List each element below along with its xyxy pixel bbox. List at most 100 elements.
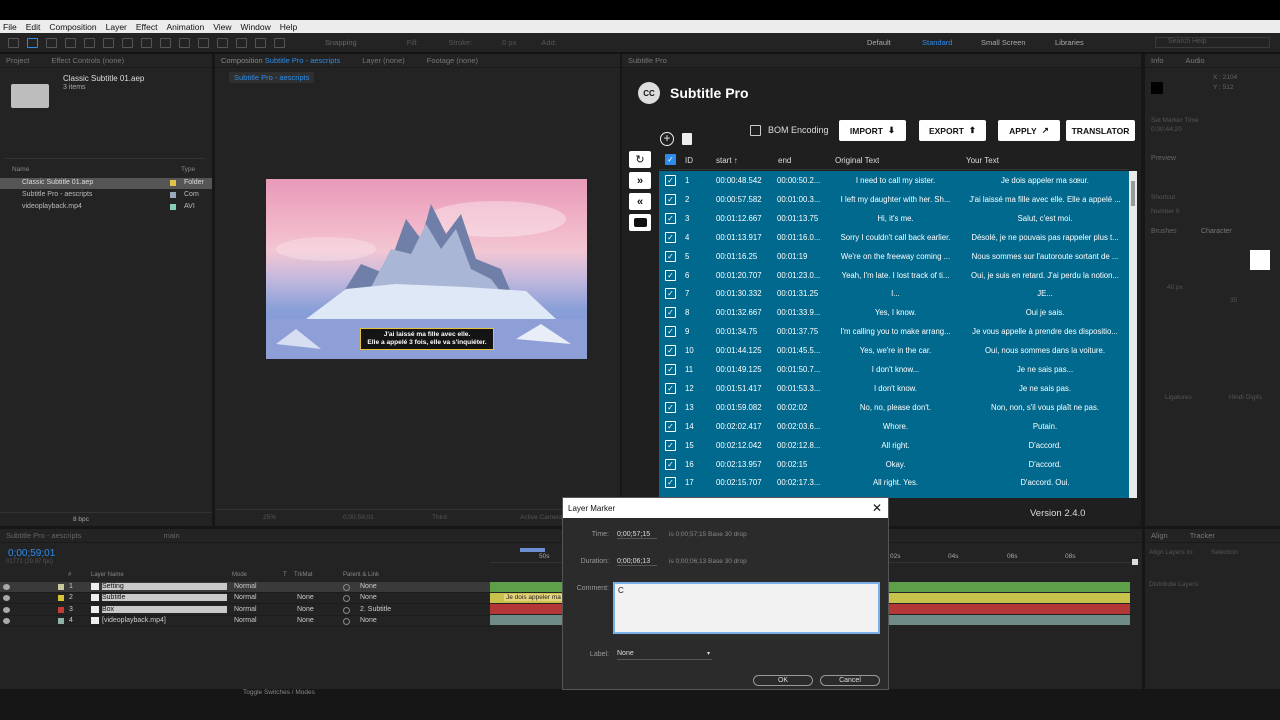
row-checkbox[interactable]: ✓ [665,212,676,224]
col-type[interactable]: Type [181,166,195,173]
duration-field[interactable]: 0;00;06;13 [617,558,657,566]
row-checkbox[interactable]: ✓ [665,288,676,300]
row-checkbox[interactable]: ✓ [665,382,676,394]
breadcrumb[interactable]: Subtitle Pro - aescripts [229,72,315,83]
table-row[interactable]: ✓ 4 00:01:13.917 00:01:16.0... Sorry I could… [659,228,1129,247]
menu-edit[interactable]: Edit [26,22,41,32]
tab-effect-controls[interactable]: Effect Controls (none) [51,56,124,65]
snapping-checkbox[interactable]: Snapping [325,38,357,47]
row-checkbox[interactable]: ✓ [665,345,676,357]
table-row[interactable]: ✓ 6 00:01:20.707 00:01:23.0... Yeah, I'm lat… [659,266,1129,285]
trkmat-select[interactable]: None [297,594,314,601]
tab-align[interactable]: Align [1151,531,1168,540]
table-row[interactable]: ✓ 16 00:02:13.957 00:02:15 Okay. D'accord. [659,455,1129,474]
fill-color-swatch[interactable] [1250,250,1270,270]
workspace-libraries[interactable]: Libraries [1055,38,1084,47]
trkmat-select[interactable]: None [297,606,314,613]
delete-row-icon[interactable] [682,133,692,145]
scrollbar-thumb[interactable] [1131,181,1135,206]
row-checkbox[interactable]: ✓ [665,250,676,262]
label-swatch[interactable] [58,595,64,602]
shape-tool-icon[interactable] [141,37,152,48]
menu-view[interactable]: View [213,22,231,32]
pickwhip-icon[interactable] [343,595,350,603]
camera-tool-icon[interactable] [103,37,114,48]
ok-button[interactable]: OK [753,675,813,686]
menu-effect[interactable]: Effect [136,22,158,32]
table-row[interactable]: ✓ 15 00:02:12.042 00:02:12.8... All right. D'… [659,436,1129,455]
selection-tool-icon[interactable] [27,37,38,48]
tab-timeline-main[interactable]: main [163,531,179,540]
table-row[interactable]: ✓ 7 00:01:30.332 00:01:31.25 I... JE... [659,284,1129,303]
parent-select[interactable]: None [360,617,377,624]
hindi-digits-checkbox[interactable]: Hindi Digits [1229,394,1262,401]
label-select[interactable]: None ▾ [617,650,712,660]
tab-timeline-comp[interactable]: Subtitle Pro - aescripts [6,531,81,540]
bpc-label[interactable]: 8 bpc [73,516,89,523]
table-row[interactable]: ✓ 5 00:01:16.25 00:01:19 We're on the freewa… [659,247,1129,266]
table-row[interactable]: ✓ 8 00:01:32.667 00:01:33.9... Yes, I know. O… [659,303,1129,322]
viewer-timecode[interactable]: 0;00;59;01 [343,514,374,521]
label-swatch[interactable] [58,606,64,613]
menu-file[interactable]: File [3,22,17,32]
brush-tool-icon[interactable] [198,37,209,48]
table-row[interactable]: ✓ 10 00:01:44.125 00:01:45.5... Yes, we're i… [659,341,1129,360]
table-row[interactable]: ✓ 2 00:00:57.582 00:01:00.3... I left my dau… [659,190,1129,209]
mode-select[interactable]: Normal [234,617,257,624]
add-label[interactable]: Add: [541,38,556,47]
clone-tool-icon[interactable] [217,37,228,48]
cancel-button[interactable]: Cancel [820,675,880,686]
pen-tool-icon[interactable] [160,37,171,48]
mode-select[interactable]: Normal [234,594,257,601]
row-checkbox[interactable]: ✓ [665,458,676,470]
table-scrollbar[interactable] [1129,171,1137,498]
row-checkbox[interactable]: ✓ [665,193,676,205]
rewind-icon[interactable]: « [629,193,651,210]
camera-select[interactable]: Active Camera [520,514,563,521]
tab-composition[interactable]: Composition Subtitle Pro - aescripts [221,56,340,65]
shortcut-select[interactable]: Number 0 [1151,208,1180,215]
layer-row[interactable]: 4 [videoplayback.mp4] Normal None None [0,616,490,627]
layer-row[interactable]: 1 Setting Normal None [0,582,490,593]
table-row[interactable]: ✓ 1 00:00:48.542 00:00:50.2... I need to cal… [659,171,1129,190]
table-row[interactable]: ✓ 13 00:01:59.082 00:02:02 No, no, please do… [659,398,1129,417]
parent-select[interactable]: None [360,594,377,601]
pan-tool-icon[interactable] [122,37,133,48]
col-layer-name[interactable]: Layer Name [91,572,124,578]
align-to-select[interactable]: Selection [1211,549,1238,556]
menu-window[interactable]: Window [241,22,271,32]
tab-character[interactable]: Character [1201,228,1232,235]
tracking-field[interactable]: 35 [1230,297,1237,304]
resolution-select[interactable]: Third [432,514,447,521]
col-id[interactable]: ID [685,156,693,165]
search-help-input[interactable]: Search Help [1155,37,1270,48]
tab-audio[interactable]: Audio [1186,56,1205,65]
table-row[interactable]: ✓ 3 00:01:12.667 00:01:13.75 Hi, it's me. Sal… [659,209,1129,228]
import-button[interactable]: IMPORT ⬇ [839,120,906,141]
refresh-icon[interactable]: ↻ [629,151,651,168]
tab-preview[interactable]: Preview [1151,155,1176,162]
trkmat-select[interactable]: None [297,617,314,624]
layer-row[interactable]: 3 Box Normal None 2. Subtitle [0,605,490,616]
list-item[interactable]: Subtitle Pro - aescripts Com [0,190,212,201]
col-name[interactable]: Name [12,166,29,173]
current-time[interactable]: 0;00;59;01 [8,548,55,559]
table-row[interactable]: ✓ 11 00:01:49.125 00:01:50.7... I don't know… [659,360,1129,379]
layer-name[interactable]: [videoplayback.mp4] [102,617,227,624]
workspace-default[interactable]: Default [867,38,891,47]
menu-help[interactable]: Help [280,22,297,32]
tab-brushes[interactable]: Brushes [1151,228,1177,235]
time-field[interactable]: 0;00;57;15 [617,531,657,539]
mode-select[interactable]: Normal [234,606,257,613]
translator-button[interactable]: TRANSLATOR [1066,120,1135,141]
row-checkbox[interactable]: ✓ [665,420,676,432]
puppet-tool-icon[interactable] [274,37,285,48]
eye-icon[interactable] [3,617,10,624]
zoom-select[interactable]: 25% [263,514,276,521]
row-checkbox[interactable]: ✓ [665,231,676,243]
eraser-tool-icon[interactable] [236,37,247,48]
row-checkbox[interactable]: ✓ [665,477,676,489]
toggle-switches-modes[interactable]: Toggle Switches / Modes [243,689,315,696]
layer-name[interactable]: Box [102,605,227,613]
row-checkbox[interactable]: ✓ [665,269,676,281]
